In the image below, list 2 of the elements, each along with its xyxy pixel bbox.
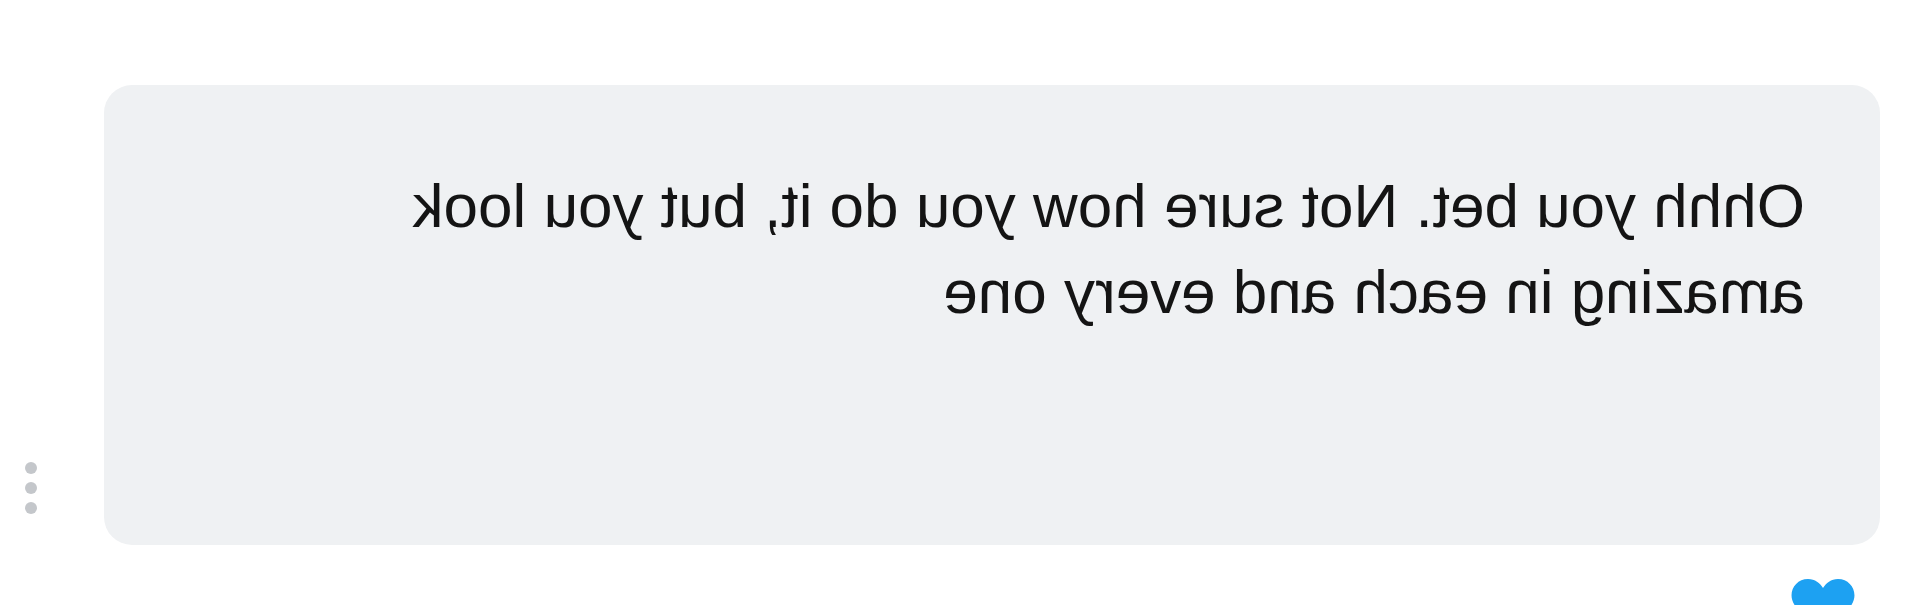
more-options-icon[interactable] xyxy=(23,460,39,516)
message-text: Ohhh you bet. Not sure how you do it, but you look amazing in each and every one xyxy=(411,170,1805,328)
